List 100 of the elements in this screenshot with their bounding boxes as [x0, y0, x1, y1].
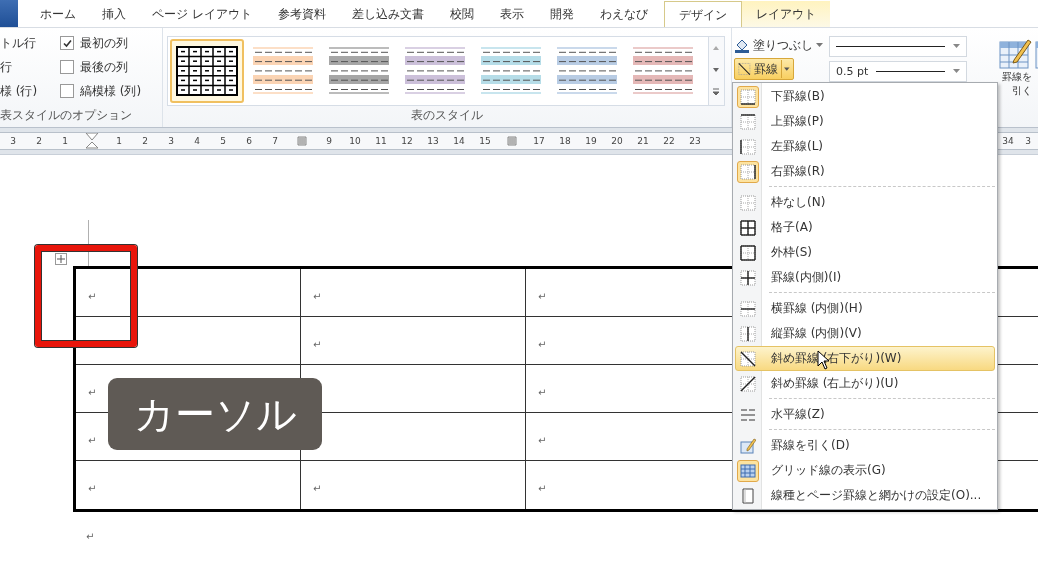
ruler-number: 3 — [167, 135, 175, 148]
ribbon-tab[interactable]: わえなび — [589, 1, 658, 27]
ruler-number: 15 — [478, 135, 492, 148]
inside-vertical-border-icon — [740, 325, 756, 342]
all-borders-icon — [740, 219, 756, 236]
menu-item[interactable]: 縦罫線 (内側)(V) — [735, 321, 995, 346]
checkbox[interactable] — [60, 84, 74, 98]
ribbon-tab[interactable]: ページ レイアウト — [142, 1, 262, 27]
menu-item[interactable]: 罫線(内側)(I) — [735, 265, 995, 290]
menu-item[interactable]: 右罫線(R) — [735, 159, 995, 184]
menu-item[interactable]: 枠なし(N) — [735, 190, 995, 215]
left-border-icon — [740, 138, 756, 155]
no-border-icon — [740, 194, 756, 211]
menu-item[interactable]: 横罫線 (内側)(H) — [735, 296, 995, 321]
menu-item[interactable]: 上罫線(P) — [735, 109, 995, 134]
ruler-number: 1 — [61, 135, 69, 148]
ribbon-tab[interactable]: ホーム — [30, 1, 86, 27]
ruler-number: 4 — [193, 135, 201, 148]
menu-item[interactable]: 線種とページ罫線と網かけの設定(O)... — [735, 483, 995, 508]
ribbon-tab[interactable]: 差し込み文書 — [341, 1, 434, 27]
ribbon-tab[interactable]: デザイン — [663, 1, 742, 27]
ruler-number: 7 — [271, 135, 279, 148]
paint-bucket-icon — [734, 37, 750, 53]
caret-icon — [953, 44, 960, 49]
menu-item[interactable]: 水平線(Z) — [735, 402, 995, 427]
ruler-number: 10 — [348, 135, 362, 148]
ruler-number: 9 — [325, 135, 333, 148]
ruler-number: 22 — [662, 135, 676, 148]
diagonal-up-border-icon — [740, 375, 756, 392]
menu-item[interactable]: 外枠(S) — [735, 240, 995, 265]
ribbon-tab[interactable]: 挿入 — [92, 1, 136, 27]
menu-item[interactable]: 下罫線(B) — [735, 84, 995, 109]
menu-item[interactable]: グリッド線の表示(G) — [735, 458, 995, 483]
paragraph-mark: ↵ — [86, 531, 95, 542]
cell-end-mark: ↵ — [88, 387, 97, 398]
menu-item[interactable]: 斜め罫線 (右上がり)(U) — [735, 371, 995, 396]
ribbon-tab[interactable]: レイアウト — [741, 1, 830, 27]
ribbon-tab[interactable]: 開発 — [539, 1, 584, 27]
ruler-number: 21 — [636, 135, 650, 148]
cell-end-mark: ↵ — [88, 291, 97, 302]
caret-icon — [784, 66, 790, 72]
top-border-icon — [740, 113, 756, 130]
caret-icon — [953, 69, 960, 74]
ruler-number: 34 — [1001, 135, 1015, 148]
ruler-number: 13 — [426, 135, 440, 148]
ruler-number: 11 — [374, 135, 388, 148]
draw-table-button[interactable]: 罫線を引く — [1000, 36, 1032, 127]
checkbox-label: 最後の列 — [80, 59, 128, 76]
ruler-number: 20 — [610, 135, 624, 148]
checkbox[interactable] — [60, 36, 74, 50]
inside-horizontal-border-icon — [740, 300, 756, 317]
cell-end-mark: ↵ — [538, 435, 547, 446]
option-label: 様 (行) — [0, 83, 39, 100]
cell-end-mark: ↵ — [538, 483, 547, 494]
ruler-number: 3 — [9, 135, 17, 148]
table-pencil-icon — [740, 437, 756, 454]
checkbox[interactable] — [60, 60, 74, 74]
table-style-thumbnail[interactable] — [170, 39, 244, 103]
cell-end-mark: ↵ — [313, 339, 322, 350]
diagonal-border-icon — [738, 61, 751, 77]
ruler-number: 19 — [584, 135, 598, 148]
move-handle-icon[interactable] — [55, 253, 67, 265]
group-label: 表スタイルのオプション — [0, 107, 133, 124]
ruler-number: 6 — [245, 135, 253, 148]
outside-borders-icon — [740, 244, 756, 261]
checkbox-label: 縞模様 (列) — [80, 83, 142, 100]
inside-borders-icon — [740, 269, 756, 286]
ruler-number: 1 — [115, 135, 123, 148]
page-icon — [740, 487, 756, 504]
shading-button[interactable]: 塗りつぶし — [734, 36, 829, 54]
diagonal-down-border-icon — [740, 350, 756, 367]
ruler-number: 14 — [452, 135, 466, 148]
line-style-dropdown[interactable] — [829, 36, 967, 57]
ruler-number: 23 — [688, 135, 702, 148]
menu-item[interactable]: 格子(A) — [735, 215, 995, 240]
right-border-icon — [740, 163, 756, 180]
cell-end-mark: ↵ — [538, 291, 547, 302]
horizontal-line-icon — [740, 406, 756, 423]
ribbon-tab[interactable]: 表示 — [489, 1, 534, 27]
checkbox-label: 最初の列 — [80, 35, 128, 52]
option-label: トル行 — [0, 35, 37, 52]
option-label: 行 — [0, 59, 13, 76]
ribbon-tab[interactable]: 校閲 — [439, 1, 484, 27]
ruler-number: 17 — [532, 135, 546, 148]
cell-end-mark: ↵ — [313, 291, 322, 302]
ruler-number: 2 — [141, 135, 149, 148]
cell-end-mark: ↵ — [88, 483, 97, 494]
ribbon-tab[interactable]: 参考資料 — [267, 1, 336, 27]
line-weight-dropdown[interactable]: 0.5 pt — [829, 61, 967, 82]
menu-item[interactable]: 左罫線(L) — [735, 134, 995, 159]
ruler-number: 12 — [400, 135, 414, 148]
ruler-number: 5 — [219, 135, 227, 148]
cell-end-mark: ↵ — [88, 435, 97, 446]
borders-button[interactable]: 罫線 — [734, 58, 794, 80]
menu-item[interactable]: 罫線を引く(D) — [735, 433, 995, 458]
group-label: 表のスタイル — [410, 107, 484, 124]
cell-end-mark: ↵ — [538, 339, 547, 350]
cell-end-mark: ↵ — [313, 483, 322, 494]
ruler-number: 3 — [1024, 135, 1032, 148]
caption-label: カーソル — [108, 378, 322, 450]
